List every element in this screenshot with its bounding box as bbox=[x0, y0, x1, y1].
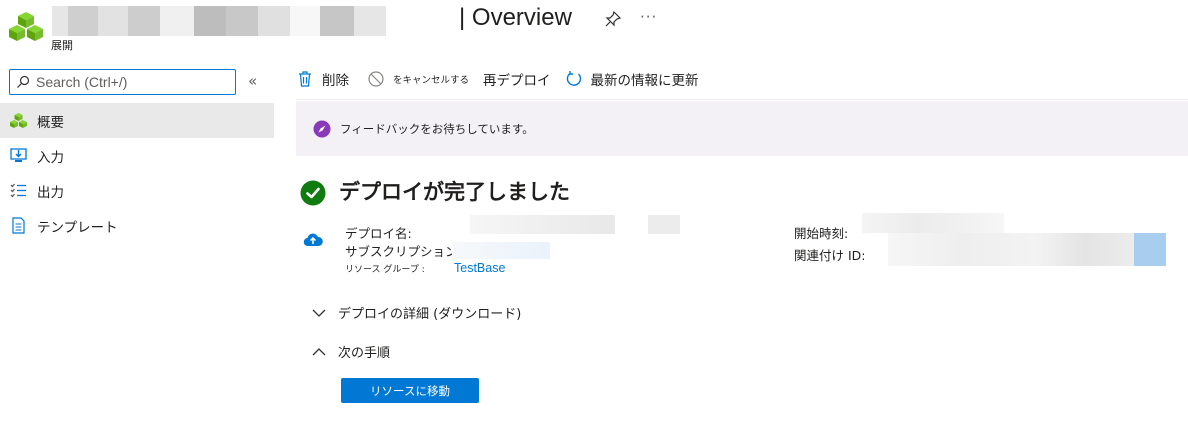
sidebar-item-overview[interactable]: 概要 bbox=[0, 103, 274, 138]
resource-group-link[interactable]: TestBase bbox=[454, 261, 505, 275]
delete-label: 削除 bbox=[322, 73, 349, 89]
go-to-resource-button[interactable]: リソースに移動 bbox=[341, 378, 479, 403]
redacted-value bbox=[648, 215, 680, 234]
resource-group-label: リソース グループ : bbox=[345, 265, 425, 275]
feedback-text: フィードバックをお待ちしています。 bbox=[340, 121, 534, 136]
sidebar-item-output[interactable]: 出力 bbox=[0, 173, 274, 208]
rocket-icon bbox=[313, 120, 331, 138]
deployment-details-label: デプロイの詳細 (ダウンロード) bbox=[338, 307, 522, 322]
refresh-label: 最新の情報に更新 bbox=[590, 73, 699, 89]
next-steps-label: 次の手順 bbox=[338, 346, 391, 361]
redacted-correlation-id-value bbox=[888, 233, 1134, 266]
sidebar-item-label: 入力 bbox=[37, 149, 64, 166]
cancel-button[interactable]: をキャンセルする bbox=[367, 70, 469, 88]
next-steps-toggle[interactable]: 次の手順 bbox=[312, 342, 390, 361]
redacted-value-accent bbox=[1134, 233, 1166, 266]
input-icon bbox=[10, 147, 27, 164]
deployment-cloud-icon bbox=[303, 230, 323, 250]
correlation-id-label: 関連付け ID: bbox=[794, 248, 866, 263]
page-title: | Overview bbox=[459, 4, 572, 31]
subscription-label: サブスクリプション: bbox=[345, 244, 462, 259]
output-list-icon bbox=[10, 182, 27, 199]
refresh-button[interactable]: 最新の情報に更新 bbox=[565, 69, 699, 89]
search-box[interactable] bbox=[9, 69, 236, 95]
sidebar-item-label: テンプレート bbox=[37, 219, 118, 236]
resource-type-label: 展開 bbox=[51, 39, 73, 52]
sidebar-item-input[interactable]: 入力 bbox=[0, 138, 274, 173]
cancel-circle-icon bbox=[367, 70, 385, 88]
pin-icon[interactable] bbox=[604, 10, 622, 28]
sidebar-item-label: 出力 bbox=[37, 184, 64, 201]
template-document-icon bbox=[10, 217, 27, 234]
sidebar-item-template[interactable]: テンプレート bbox=[0, 208, 274, 243]
sidebar-nav: 概要 入力 出力 テンプレート bbox=[0, 103, 274, 243]
command-bar-divider bbox=[296, 99, 1188, 100]
overview-cubes-icon bbox=[10, 112, 27, 129]
search-icon bbox=[17, 75, 30, 88]
app-logo-cubes-icon bbox=[8, 10, 44, 44]
deployment-name-label: デプロイ名: bbox=[345, 226, 412, 241]
deployment-status-title: デプロイが完了しました bbox=[339, 180, 570, 204]
start-time-label: 開始時刻: bbox=[794, 226, 849, 241]
redacted-subscription-value bbox=[452, 242, 550, 259]
redeploy-label: 再デプロイ bbox=[483, 73, 551, 89]
collapse-menu-icon[interactable]: « bbox=[248, 72, 257, 90]
delete-button[interactable]: 削除 bbox=[296, 69, 349, 89]
feedback-banner[interactable]: フィードバックをお待ちしています。 bbox=[296, 101, 1188, 156]
redeploy-button[interactable]: 再デプロイ bbox=[483, 69, 551, 89]
success-check-icon bbox=[300, 180, 326, 206]
redacted-deployment-name-value bbox=[470, 215, 615, 234]
more-options-icon[interactable]: ··· bbox=[640, 8, 657, 26]
redacted-start-time-value bbox=[862, 213, 1004, 233]
chevron-up-icon bbox=[312, 347, 326, 357]
redacted-deployment-name bbox=[52, 6, 386, 36]
trash-icon bbox=[296, 70, 314, 88]
sidebar-item-label: 概要 bbox=[37, 114, 64, 131]
chevron-down-icon bbox=[312, 308, 326, 318]
cancel-label: をキャンセルする bbox=[393, 75, 470, 86]
search-input[interactable] bbox=[36, 74, 226, 90]
refresh-icon bbox=[565, 70, 583, 88]
command-bar: 削除 をキャンセルする 再デプロイ 最新の情報に更新 bbox=[296, 64, 713, 94]
deployment-details-toggle[interactable]: デプロイの詳細 (ダウンロード) bbox=[312, 303, 521, 322]
